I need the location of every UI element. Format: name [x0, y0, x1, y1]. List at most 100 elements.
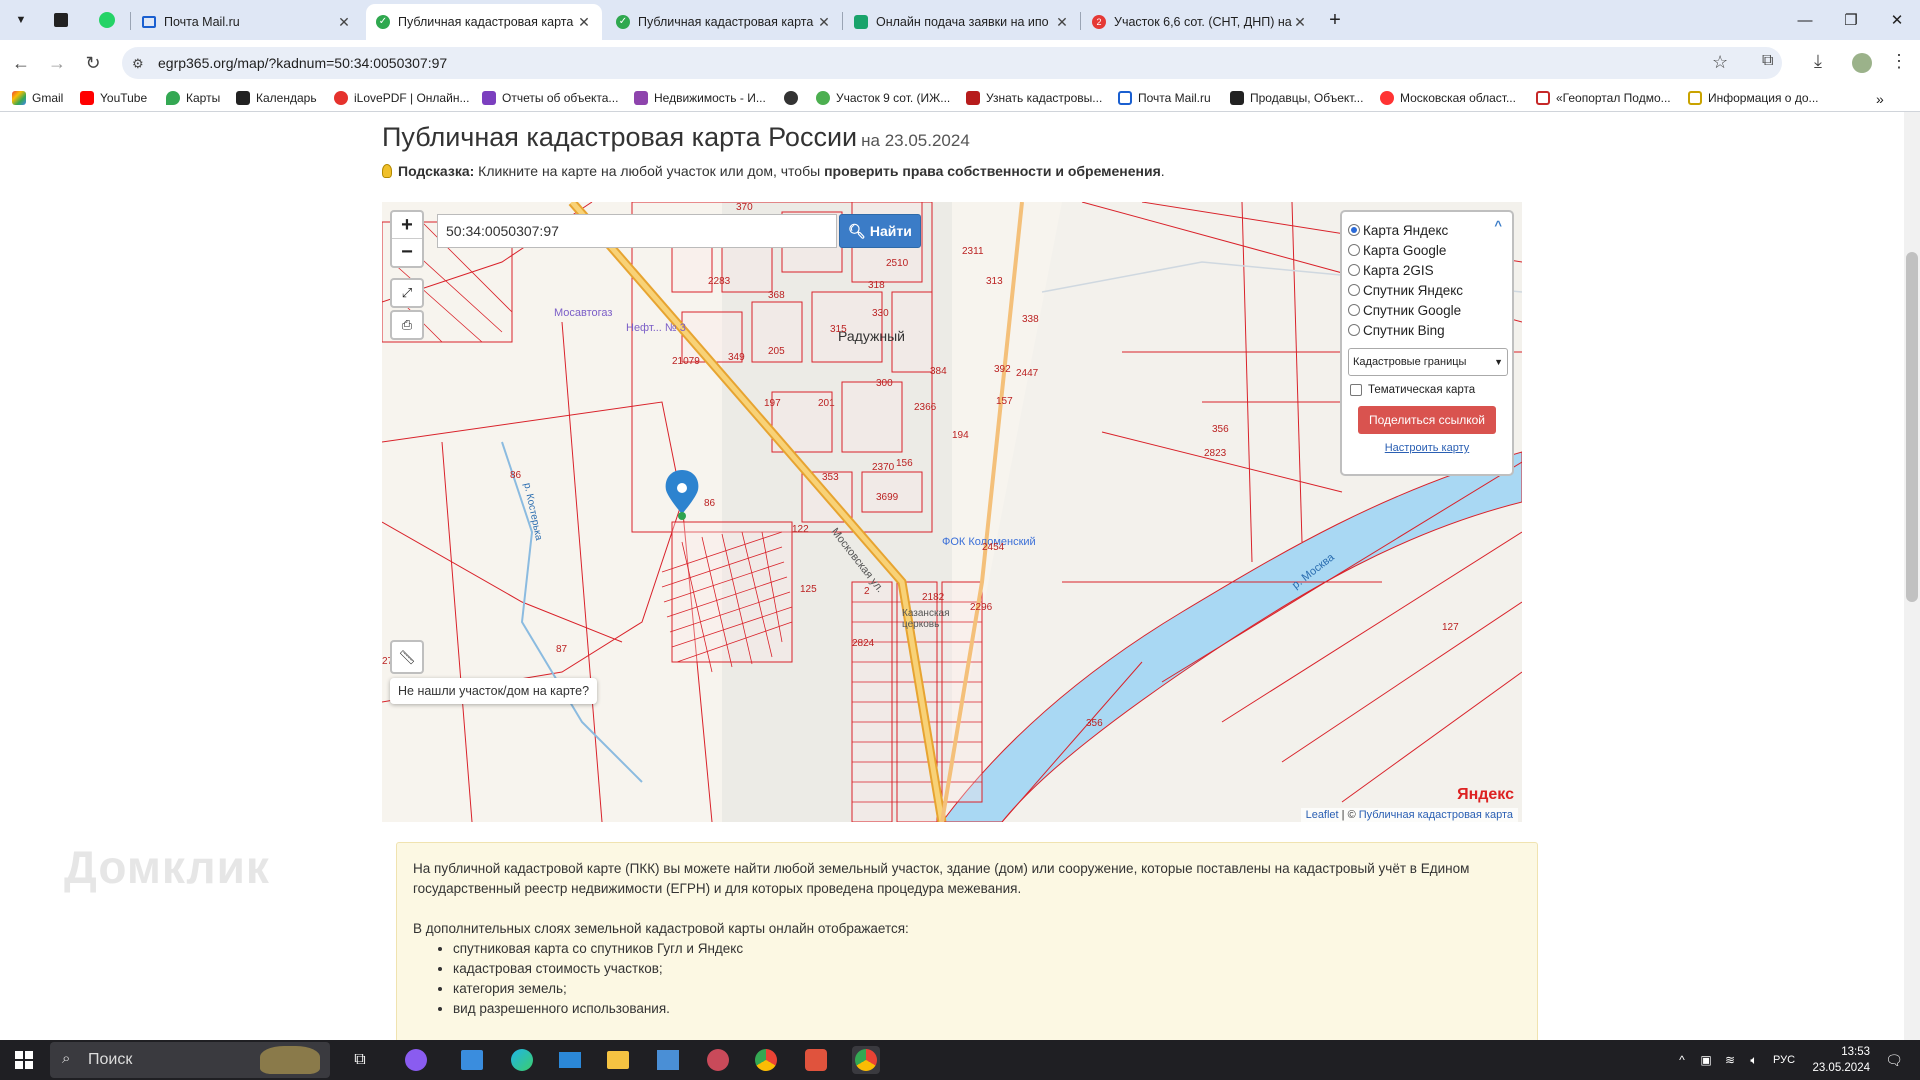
find-button[interactable]: 🔍︎ Найти — [839, 214, 921, 248]
layer-option-bing-satellite[interactable]: Спутник Bing — [1348, 320, 1506, 340]
clock[interactable]: 13:53 23.05.2024 — [1810, 1044, 1870, 1076]
taskbar-app-1[interactable] — [402, 1046, 430, 1074]
bookmark-star-icon[interactable]: ☆ — [1712, 52, 1728, 73]
layer-option-google[interactable]: Карта Google — [1348, 240, 1506, 260]
taskbar-app-mail[interactable] — [556, 1046, 584, 1074]
scroll-thumb[interactable] — [1906, 252, 1918, 602]
bookmark-sellers[interactable]: Продавцы, Объект... — [1230, 91, 1363, 105]
bookmark-realty[interactable]: Недвижимость - И... — [634, 91, 766, 105]
notifications-icon[interactable]: 🗨︎ — [1880, 1046, 1908, 1074]
taskbar-app-edge[interactable] — [508, 1046, 536, 1074]
bookmark-maps[interactable]: Карты — [166, 91, 220, 105]
share-link-button[interactable]: Поделиться ссылкой — [1358, 406, 1496, 434]
bookmark-mail[interactable]: Почта Mail.ru — [1118, 91, 1211, 105]
radio-button[interactable] — [1348, 324, 1360, 336]
cadastral-map[interactable]: Радужный Мосавтогаз Нефт... № 3 ФОК Коло… — [382, 202, 1522, 822]
restore-button[interactable]: ❐ — [1828, 0, 1874, 40]
radio-button[interactable] — [1348, 304, 1360, 316]
more-bookmarks-button[interactable]: » — [1876, 91, 1884, 107]
parcel-number: 2510 — [886, 258, 909, 269]
close-icon[interactable]: ✕ — [1054, 14, 1070, 31]
bookmark-gmail[interactable]: Gmail — [12, 91, 63, 105]
taskbar-app-store[interactable] — [458, 1046, 486, 1074]
minimize-button[interactable]: — — [1782, 0, 1828, 40]
back-button[interactable]: ← — [6, 48, 36, 78]
taskbar-app-chrome-active[interactable] — [852, 1046, 880, 1074]
parcel-number: 2447 — [1016, 368, 1039, 379]
taskbar-app-office[interactable] — [802, 1046, 830, 1074]
cadastral-number-input[interactable] — [437, 214, 837, 248]
mail-icon — [559, 1052, 581, 1068]
setup-map-link[interactable]: Настроить карту — [1348, 442, 1506, 454]
tab-mail[interactable]: Почта Mail.ru ✕ — [132, 4, 362, 40]
ruler-icon: 📏︎ — [398, 648, 416, 665]
boundaries-select[interactable]: Кадастровые границы ▼ — [1348, 348, 1508, 376]
taskbar-search[interactable]: ⌕ Поиск — [50, 1042, 330, 1078]
bookmark-moscow-region[interactable]: Московская област... — [1380, 91, 1516, 105]
fullscreen-button[interactable]: ⤢ — [390, 278, 424, 308]
layer-option-yandex[interactable]: Карта Яндекс — [1348, 220, 1506, 240]
close-icon[interactable]: ✕ — [336, 14, 352, 31]
pinned-tab-whatsapp[interactable] — [94, 7, 120, 33]
menu-icon[interactable]: ⋮ — [1890, 51, 1908, 72]
zoom-out-button[interactable]: − — [392, 239, 422, 266]
bookmark-geoportal[interactable]: «Геопортал Подмо... — [1536, 91, 1671, 105]
forward-button[interactable]: → — [42, 48, 72, 78]
print-button[interactable]: ⎙ — [390, 310, 424, 340]
tab-mortgage[interactable]: Онлайн подача заявки на ипо ✕ — [844, 4, 1080, 40]
language-indicator[interactable]: РУС — [1766, 1046, 1802, 1074]
reload-button[interactable]: ↻ — [78, 48, 108, 78]
layer-option-2gis[interactable]: Карта 2GIS — [1348, 260, 1506, 280]
parcel-number: 356 — [1086, 718, 1103, 729]
tab-plot-listing[interactable]: 2 Участок 6,6 сот. (СНТ, ДНП) на ✕ — [1082, 4, 1318, 40]
close-icon[interactable]: ✕ — [816, 14, 832, 31]
bookmark-calendar[interactable]: Календарь — [236, 91, 317, 105]
close-window-button[interactable]: ✕ — [1874, 0, 1920, 40]
radio-button[interactable] — [1348, 224, 1360, 236]
bookmark-cadastre[interactable]: Узнать кадастровы... — [966, 91, 1102, 105]
close-icon[interactable]: ✕ — [576, 14, 592, 31]
pinned-tab-calculator[interactable] — [48, 7, 74, 33]
start-button[interactable] — [10, 1046, 38, 1074]
page-content: Публичная кадастровая карта России на 23.… — [0, 112, 1904, 1040]
pkk-link[interactable]: Публичная кадастровая карта — [1359, 809, 1513, 821]
close-icon[interactable]: ✕ — [1292, 14, 1308, 31]
radio-button[interactable] — [1348, 264, 1360, 276]
site-info-icon[interactable]: ⚙ — [132, 56, 144, 72]
bookmark-globe[interactable] — [784, 91, 804, 105]
collapse-chevron-icon[interactable]: ^ — [1494, 218, 1502, 233]
taskbar-app-chrome[interactable] — [752, 1046, 780, 1074]
bookmark-label: Почта Mail.ru — [1138, 91, 1211, 105]
zoom-in-button[interactable]: + — [392, 212, 422, 239]
avatar[interactable] — [1852, 53, 1872, 73]
thematic-checkbox[interactable] — [1350, 384, 1362, 396]
taskbar-app-6[interactable] — [654, 1046, 682, 1074]
search-label: Поиск — [88, 1051, 133, 1068]
layer-option-google-satellite[interactable]: Спутник Google — [1348, 300, 1506, 320]
radio-button[interactable] — [1348, 284, 1360, 296]
not-found-button[interactable]: Не нашли участок/дом на карте? — [390, 678, 598, 704]
taskbar-app-explorer[interactable] — [604, 1046, 632, 1074]
tab-search-button[interactable]: ▼ — [8, 7, 34, 33]
radio-button[interactable] — [1348, 244, 1360, 256]
bookmark-youtube[interactable]: YouTube — [80, 91, 147, 105]
new-tab-button[interactable]: + — [1322, 7, 1348, 33]
bookmark-info[interactable]: Информация о до... — [1688, 91, 1819, 105]
url-text[interactable]: egrp365.org/map/?kadnum=50:34:0050307:97 — [158, 55, 447, 71]
layer-option-yandex-satellite[interactable]: Спутник Яндекс — [1348, 280, 1506, 300]
tab-pkk-2[interactable]: ✓ Публичная кадастровая карта ✕ — [606, 4, 842, 40]
bookmark-label: Календарь — [256, 91, 317, 105]
taskbar-app-7[interactable] — [704, 1046, 732, 1074]
chrome-icon — [755, 1049, 777, 1071]
task-view-button[interactable]: ⧉ — [346, 1046, 374, 1074]
bookmark-reports[interactable]: Отчеты об объекта... — [482, 91, 618, 105]
bookmark-plot-9[interactable]: Участок 9 сот. (ИЖ... — [816, 91, 950, 105]
measure-button[interactable]: 📏︎ — [390, 640, 424, 674]
leaflet-link[interactable]: Leaflet — [1306, 809, 1339, 821]
volume-icon[interactable]: 🔈︎ — [1740, 1046, 1768, 1074]
extensions-icon[interactable]: ⧉ — [1762, 52, 1773, 70]
tab-pkk-active[interactable]: ✓ Публичная кадастровая карта ✕ — [366, 4, 602, 40]
bookmark-ilovepdf[interactable]: iLovePDF | Онлайн... — [334, 91, 469, 105]
download-icon[interactable]: ⤓ — [1814, 51, 1822, 72]
thematic-map-option[interactable]: Тематическая карта — [1348, 384, 1506, 396]
